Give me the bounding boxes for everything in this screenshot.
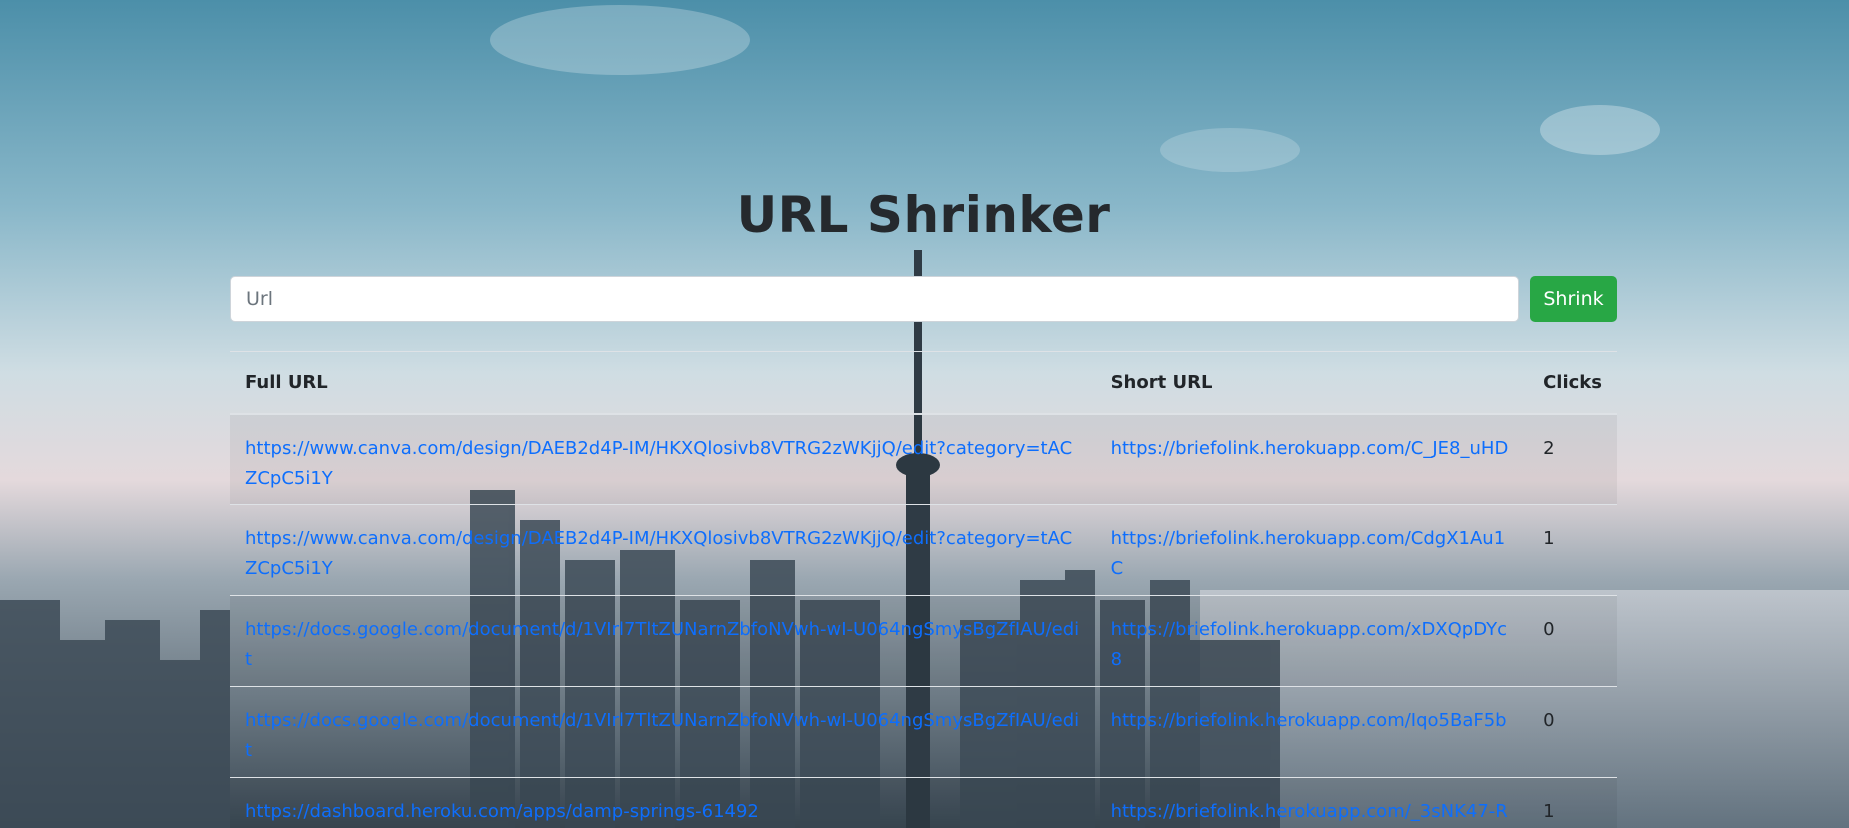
full-url-link[interactable]: https://www.canva.com/design/DAEB2d4P-IM… (245, 528, 1072, 579)
table-row: https://docs.google.com/document/d/1VIrl… (230, 595, 1617, 687)
table-header-row: Full URL Short URL Clicks (230, 351, 1617, 415)
table-row: https://www.canva.com/design/DAEB2d4P-IM… (230, 504, 1617, 596)
links-table: Full URL Short URL Clicks https://www.ca… (230, 351, 1617, 828)
short-url-cell: https://briefolink.herokuapp.com/CdgX1Au… (1095, 504, 1529, 596)
table-row: https://www.canva.com/design/DAEB2d4P-IM… (230, 413, 1617, 505)
page-title: URL Shrinker (736, 186, 1111, 244)
short-url-cell: https://briefolink.herokuapp.com/Iqo5BaF… (1095, 686, 1529, 778)
clicks-count: 2 (1528, 413, 1617, 505)
full-url-link[interactable]: https://docs.google.com/document/d/1VIrl… (245, 710, 1079, 761)
table-row: https://docs.google.com/document/d/1VIrl… (230, 686, 1617, 778)
full-url-link[interactable]: https://dashboard.heroku.com/apps/damp-s… (245, 801, 759, 822)
short-url-cell: https://briefolink.herokuapp.com/xDXQpDY… (1095, 595, 1529, 687)
clicks-count: 1 (1528, 777, 1617, 828)
short-url-link[interactable]: https://briefolink.herokuapp.com/C_JE8_u… (1111, 438, 1509, 459)
full-url-cell: https://www.canva.com/design/DAEB2d4P-IM… (230, 504, 1096, 596)
clicks-count: 1 (1528, 504, 1617, 596)
url-input[interactable] (230, 276, 1519, 322)
short-url-link[interactable]: https://briefolink.herokuapp.com/_3sNK47… (1111, 801, 1508, 822)
full-url-link[interactable]: https://www.canva.com/design/DAEB2d4P-IM… (245, 438, 1072, 489)
table-row: https://dashboard.heroku.com/apps/damp-s… (230, 777, 1617, 828)
shrink-button[interactable]: Shrink (1530, 276, 1617, 322)
shrink-form: Shrink (230, 276, 1617, 322)
clicks-count: 0 (1528, 595, 1617, 687)
full-url-link[interactable]: https://docs.google.com/document/d/1VIrl… (245, 619, 1079, 670)
short-url-link[interactable]: https://briefolink.herokuapp.com/CdgX1Au… (1111, 528, 1506, 579)
full-url-cell: https://dashboard.heroku.com/apps/damp-s… (230, 777, 1096, 828)
short-url-cell: https://briefolink.herokuapp.com/_3sNK47… (1095, 777, 1529, 828)
full-url-header: Full URL (230, 351, 1096, 415)
short-url-link[interactable]: https://briefolink.herokuapp.com/xDXQpDY… (1111, 619, 1507, 670)
full-url-cell: https://docs.google.com/document/d/1VIrl… (230, 686, 1096, 778)
short-url-link[interactable]: https://briefolink.herokuapp.com/Iqo5BaF… (1111, 710, 1507, 731)
short-url-cell: https://briefolink.herokuapp.com/C_JE8_u… (1095, 413, 1529, 505)
full-url-cell: https://docs.google.com/document/d/1VIrl… (230, 595, 1096, 687)
clicks-count: 0 (1528, 686, 1617, 778)
clicks-header: Clicks (1528, 351, 1617, 415)
short-url-header: Short URL (1095, 351, 1529, 415)
full-url-cell: https://www.canva.com/design/DAEB2d4P-IM… (230, 413, 1096, 505)
